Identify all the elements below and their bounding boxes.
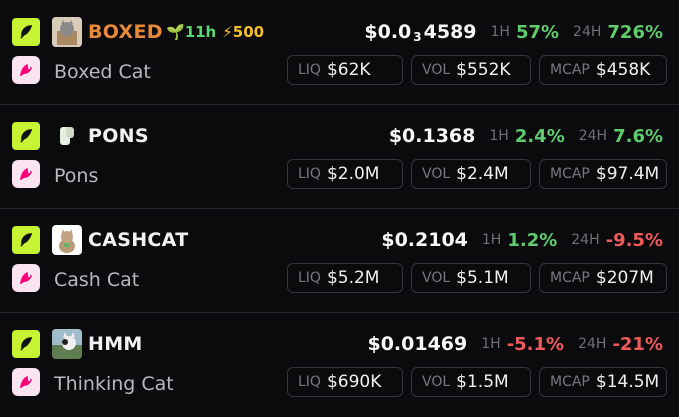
lightning-icon: ⚡ <box>222 23 233 41</box>
boost-badge: ⚡500 <box>222 23 264 41</box>
price-change-group: $0.0 3 4589 1H 57% 24H 726% <box>364 18 663 46</box>
timeframe-1h-label: 1H <box>481 336 501 352</box>
volume-pill[interactable]: VOL $552K <box>411 55 531 85</box>
market-cap-value: $458K <box>595 60 651 80</box>
token-symbol[interactable]: HMM <box>88 330 143 358</box>
liquidity-label: LIQ <box>298 270 321 286</box>
market-cap-value: $207M <box>595 268 654 288</box>
token-price: $0.1368 <box>388 125 476 147</box>
change-24h: -9.5% <box>605 229 663 251</box>
volume-value: $5.1M <box>456 268 509 288</box>
liquidity-label: LIQ <box>298 166 321 182</box>
market-cap-value: $14.5M <box>595 372 660 392</box>
liquidity-label: LIQ <box>298 62 321 78</box>
liquidity-value: $5.2M <box>326 268 380 288</box>
boost-value: 500 <box>232 23 265 41</box>
uniswap-icon <box>12 368 40 396</box>
token-price: $0.01469 <box>367 333 468 355</box>
volume-label: VOL <box>422 166 451 182</box>
token-avatar-thinking-cat <box>52 329 82 359</box>
token-row-pons[interactable]: PONS Pons $0.1368 1H 2.4% 24H 7.6% LIQ $2… <box>0 104 679 208</box>
token-row-cashcat[interactable]: CASHCAT Cash Cat $0.2104 1H 1.2% 24H -9.… <box>0 208 679 312</box>
change-1h: 2.4% <box>514 125 565 147</box>
sprout-icon: 🌱 <box>166 23 185 41</box>
token-symbol[interactable]: CASHCAT <box>88 226 188 254</box>
token-row-hmm[interactable]: HMM Thinking Cat $0.01469 1H -5.1% 24H -… <box>0 312 679 416</box>
volume-value: $552K <box>456 60 511 80</box>
change-1h: 1.2% <box>507 229 558 251</box>
row-divider <box>0 208 679 209</box>
volume-value: $2.4M <box>456 164 509 184</box>
change-1h: 57% <box>515 21 560 43</box>
volume-label: VOL <box>422 62 451 78</box>
timeframe-24h-label: 24H <box>578 128 608 144</box>
liquidity-pill[interactable]: LIQ $2.0M <box>287 159 403 189</box>
price-change-group: $0.1368 1H 2.4% 24H 7.6% <box>389 122 663 150</box>
liquidity-value: $62K <box>326 60 371 80</box>
market-cap-pill[interactable]: MCAP $14.5M <box>539 367 667 397</box>
token-name: Cash Cat <box>54 269 140 291</box>
change-24h: 726% <box>607 21 663 43</box>
liquidity-pill[interactable]: LIQ $5.2M <box>287 263 403 293</box>
timeframe-1h-label: 1H <box>489 128 509 144</box>
volume-label: VOL <box>422 270 451 286</box>
timeframe-24h-label: 24H <box>573 24 602 40</box>
market-cap-label: MCAP <box>550 62 590 78</box>
age-badge: 🌱11h <box>166 23 216 41</box>
token-name: Thinking Cat <box>54 373 174 395</box>
timeframe-1h-label: 1H <box>490 24 510 40</box>
price-change-group: $0.01469 1H -5.1% 24H -21% <box>367 330 663 358</box>
timeframe-24h-label: 24H <box>571 232 600 248</box>
change-24h: -21% <box>612 333 663 355</box>
liquidity-label: LIQ <box>298 374 321 390</box>
token-stats: LIQ $2.0M VOL $2.4M MCAP $97.4M <box>287 159 667 189</box>
token-symbol[interactable]: PONS <box>88 122 149 150</box>
liquidity-pill[interactable]: LIQ $62K <box>287 55 403 85</box>
row-divider <box>0 104 679 105</box>
volume-value: $1.5M <box>456 372 509 392</box>
price-change-group: $0.2104 1H 1.2% 24H -9.5% <box>381 226 663 254</box>
volume-label: VOL <box>422 374 451 390</box>
token-symbol[interactable]: BOXED <box>88 18 163 46</box>
liquidity-value: $690K <box>326 372 382 392</box>
age-value: 11h <box>184 23 217 41</box>
market-cap-pill[interactable]: MCAP $458K <box>539 55 667 85</box>
chain-feather-icon <box>12 330 40 358</box>
timeframe-24h-label: 24H <box>578 336 607 352</box>
market-cap-value: $97.4M <box>595 164 660 184</box>
uniswap-icon <box>12 160 40 188</box>
volume-pill[interactable]: VOL $2.4M <box>411 159 531 189</box>
market-cap-pill[interactable]: MCAP $207M <box>539 263 667 293</box>
liquidity-value: $2.0M <box>326 164 380 184</box>
token-avatar-cash-cat <box>52 225 82 255</box>
token-price: $0.2104 <box>381 229 468 251</box>
token-avatar-boxed-cat <box>52 17 82 47</box>
market-cap-label: MCAP <box>550 270 590 286</box>
token-stats: LIQ $690K VOL $1.5M MCAP $14.5M <box>287 367 667 397</box>
chain-feather-icon <box>12 226 40 254</box>
row-divider <box>0 312 679 313</box>
uniswap-icon <box>12 56 40 84</box>
market-cap-pill[interactable]: MCAP $97.4M <box>539 159 667 189</box>
liquidity-pill[interactable]: LIQ $690K <box>287 367 403 397</box>
token-avatar-pons <box>52 121 82 151</box>
chain-feather-icon <box>12 122 40 150</box>
token-stats: LIQ $62K VOL $552K MCAP $458K <box>287 55 667 85</box>
uniswap-icon <box>12 264 40 292</box>
volume-pill[interactable]: VOL $5.1M <box>411 263 531 293</box>
volume-pill[interactable]: VOL $1.5M <box>411 367 531 397</box>
change-1h: -5.1% <box>506 333 565 355</box>
token-name: Boxed Cat <box>54 61 151 83</box>
change-24h: 7.6% <box>613 125 663 147</box>
token-badges: 🌱11h ⚡500 <box>166 18 264 46</box>
token-name: Pons <box>54 165 99 187</box>
market-cap-label: MCAP <box>550 166 590 182</box>
token-price: $0.0 3 4589 <box>364 20 477 44</box>
token-row-boxed[interactable]: BOXED 🌱11h ⚡500 Boxed Cat $0.0 3 4589 1H 57… <box>0 0 679 104</box>
market-cap-label: MCAP <box>550 374 590 390</box>
chain-feather-icon <box>12 18 40 46</box>
token-stats: LIQ $5.2M VOL $5.1M MCAP $207M <box>287 263 667 293</box>
timeframe-1h-label: 1H <box>481 232 502 248</box>
